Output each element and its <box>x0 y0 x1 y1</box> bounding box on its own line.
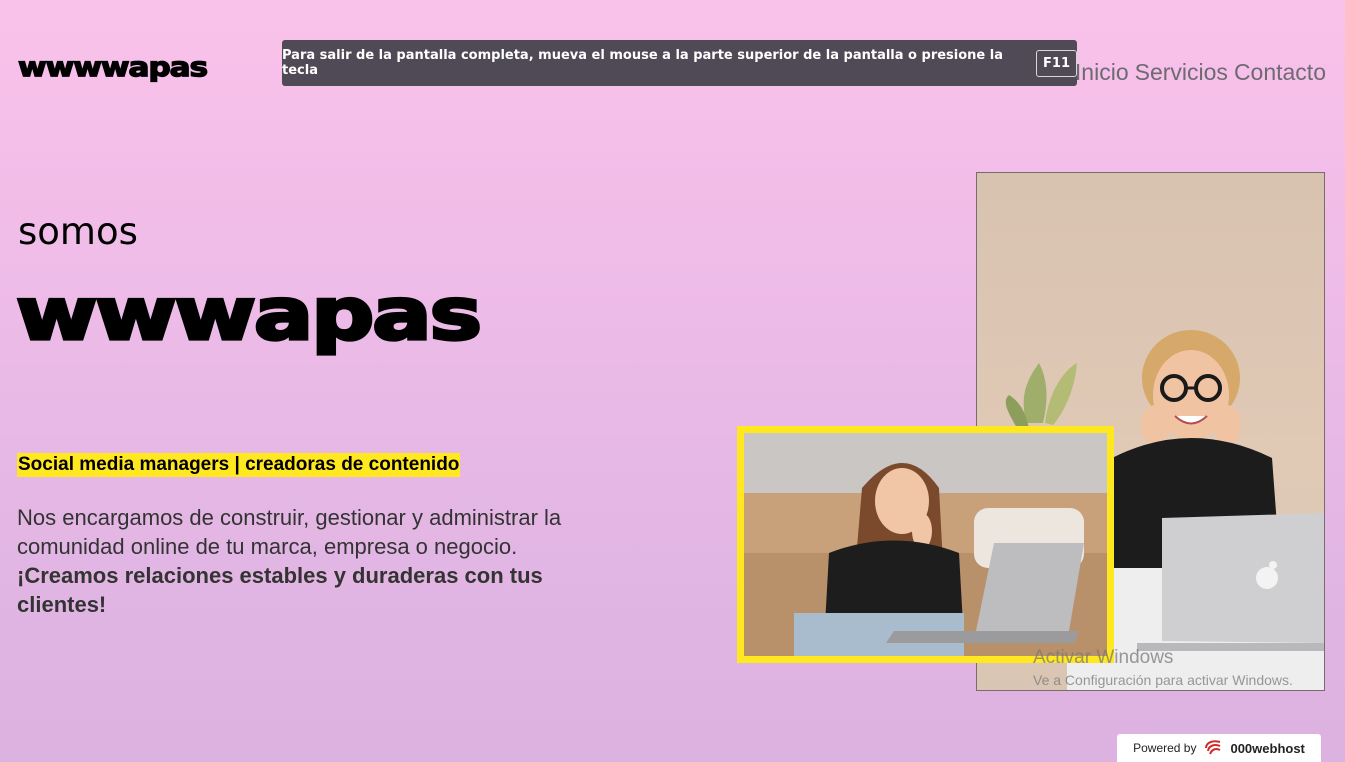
hero-description: Nos encargamos de construir, gestionar y… <box>17 505 562 559</box>
watermark-line1: Activar Windows <box>1033 647 1174 668</box>
fullscreen-exit-banner: Para salir de la pantalla completa, muev… <box>282 40 1077 86</box>
photo-woman-couch <box>737 426 1114 663</box>
powered-by-label: Powered by <box>1133 741 1197 755</box>
site-logo[interactable]: wwwwapas <box>17 51 209 83</box>
fullscreen-banner-message: Para salir de la pantalla completa, muev… <box>282 48 1003 78</box>
main-nav: Inicio Servicios Contacto <box>1075 59 1326 86</box>
nav-item-inicio[interactable]: Inicio <box>1075 59 1129 86</box>
windows-activation-watermark: Activar Windows Ve a Configuración para … <box>1033 647 1293 688</box>
hero-tagline: Social media managers | creadoras de con… <box>17 453 461 477</box>
webhost-logo-icon <box>1205 740 1221 755</box>
nav-item-servicios[interactable]: Servicios <box>1135 59 1228 86</box>
woman-on-couch-illustration <box>744 433 1107 656</box>
watermark-line2: Ve a Configuración para activar Windows. <box>1033 672 1293 688</box>
powered-by-brand: 000webhost <box>1230 740 1305 756</box>
hero-highlight: ¡Creamos relaciones estables y duraderas… <box>17 563 543 617</box>
hero-description-block: Nos encargamos de construir, gestionar y… <box>17 503 617 619</box>
f11-key-badge: F11 <box>1036 49 1077 77</box>
nav-item-contacto[interactable]: Contacto <box>1234 59 1326 86</box>
hero-title: wwwapas <box>14 270 484 358</box>
powered-by-badge[interactable]: Powered by 000webhost <box>1117 734 1321 762</box>
hero-intro: somos <box>18 210 138 253</box>
